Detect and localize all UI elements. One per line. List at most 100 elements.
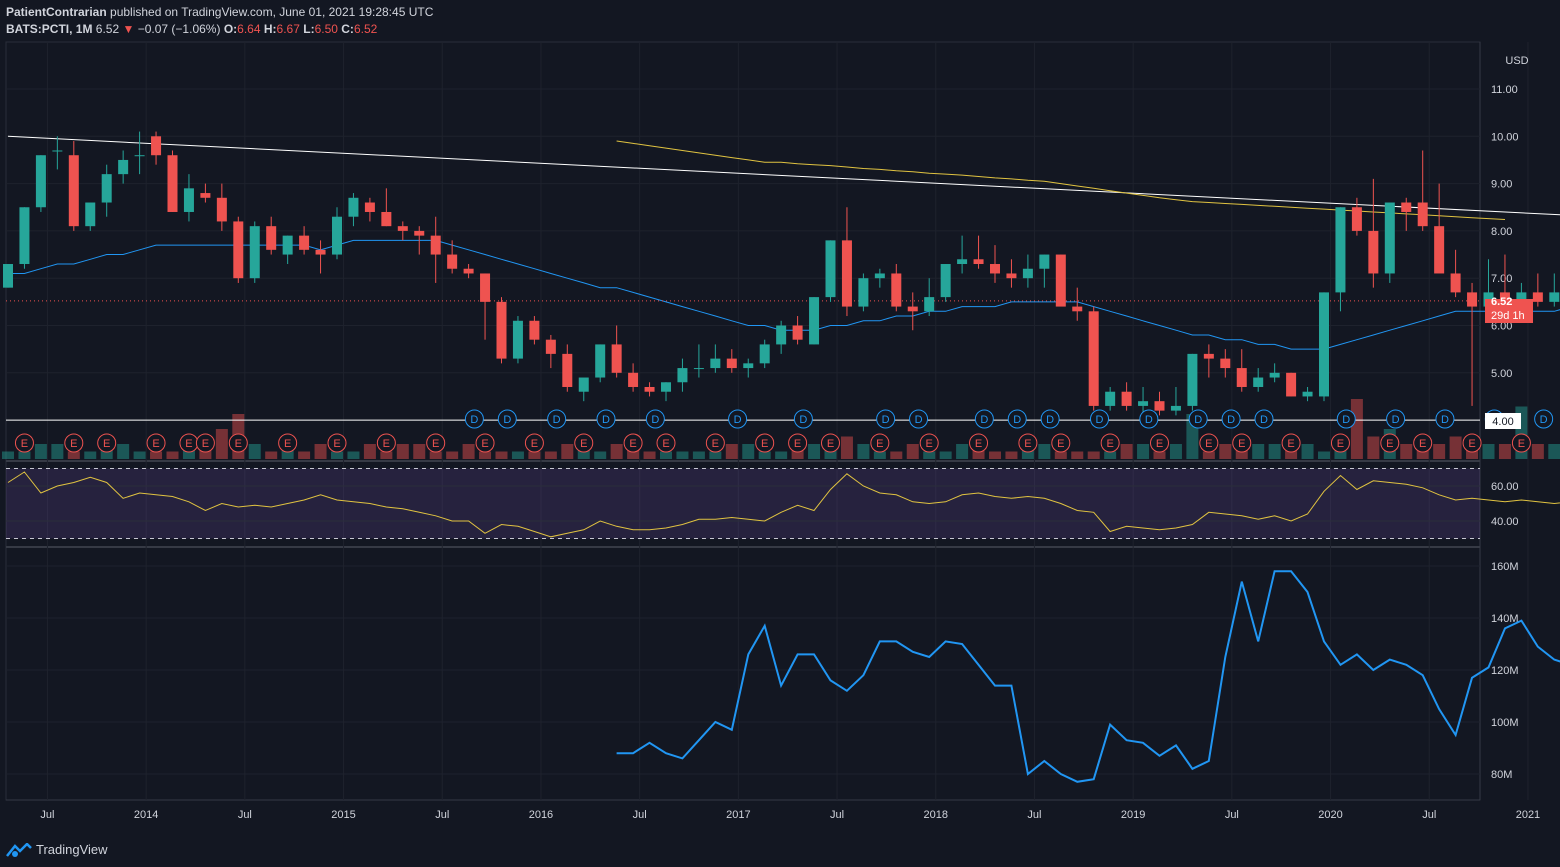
- volume-bar: [1548, 444, 1560, 459]
- earnings-marker-label: E: [333, 438, 340, 450]
- candle-body: [940, 264, 951, 298]
- volume-bar: [298, 451, 311, 459]
- time-tick-label: 2018: [924, 809, 948, 821]
- volume-bar: [1433, 444, 1446, 459]
- volume-bar: [1252, 444, 1265, 459]
- candle-body: [1368, 230, 1379, 274]
- volume-bar: [413, 444, 426, 459]
- dividend-marker-label: D: [734, 414, 742, 426]
- volume-bar: [1005, 451, 1018, 459]
- candle-body: [1039, 254, 1050, 269]
- candle-body: [1154, 401, 1165, 411]
- volume-bar: [1219, 444, 1232, 459]
- candle-body: [414, 230, 425, 236]
- candle-body: [480, 273, 491, 302]
- candle-body: [562, 353, 573, 387]
- volume-bar: [1202, 451, 1215, 459]
- volume-bar: [1268, 444, 1281, 459]
- candle-body: [1121, 391, 1132, 406]
- volume-bar: [446, 451, 459, 459]
- dividend-marker-label: D: [980, 414, 988, 426]
- candle-body: [85, 202, 96, 227]
- candle-body: [644, 386, 655, 392]
- volume-bar: [808, 444, 821, 459]
- candle-body: [1450, 273, 1461, 293]
- volume-bar: [660, 451, 672, 459]
- last-price-tag-value: 6.52: [1491, 296, 1512, 308]
- volume-bar: [380, 451, 393, 459]
- volume-bar: [758, 451, 771, 459]
- earnings-marker-label: E: [432, 438, 439, 450]
- long-sma-line: [616, 140, 1506, 220]
- volume-bar: [692, 451, 705, 459]
- volume-bar: [347, 451, 360, 459]
- candle-body: [19, 207, 30, 265]
- volume-bar: [1498, 444, 1511, 459]
- candle-body: [1236, 368, 1247, 387]
- volume-bar: [1153, 451, 1166, 459]
- candle-body: [726, 358, 737, 369]
- volume-bar: [1301, 444, 1314, 459]
- volume-bar: [1318, 451, 1330, 459]
- dividend-marker-label: D: [1342, 414, 1350, 426]
- candle-body: [759, 344, 770, 364]
- candle-body: [101, 174, 112, 203]
- earnings-marker-label: E: [1024, 438, 1031, 450]
- candle-body: [1006, 273, 1017, 279]
- volume-bar: [396, 444, 409, 459]
- candle-body: [1286, 372, 1297, 397]
- earnings-marker-label: E: [794, 438, 801, 450]
- earnings-marker-label: E: [1106, 438, 1113, 450]
- candle-body: [364, 202, 375, 212]
- time-tick-label: 2020: [1318, 809, 1342, 821]
- candle-body: [134, 155, 145, 157]
- time-tick-label: Jul: [40, 809, 54, 821]
- volume-bar: [117, 444, 130, 459]
- candle-body: [512, 320, 523, 359]
- countdown-label: 29d 1h: [1491, 310, 1525, 322]
- currency-label[interactable]: USD: [1505, 55, 1528, 67]
- volume-bar: [84, 451, 97, 459]
- volume-bar: [2, 451, 14, 459]
- volume-bar: [1054, 451, 1067, 459]
- price-tick-label: 9.00: [1491, 179, 1512, 191]
- volume-tick-label: 160M: [1491, 561, 1519, 573]
- candle-body: [68, 155, 79, 227]
- candle-body: [1351, 207, 1362, 231]
- time-tick-label: 2021: [1516, 809, 1540, 821]
- time-tick-label: 2019: [1121, 809, 1145, 821]
- earnings-marker-label: E: [926, 438, 933, 450]
- volume-tick-label: 80M: [1491, 769, 1512, 781]
- tradingview-brand[interactable]: TradingView: [6, 842, 108, 857]
- candle-body: [825, 240, 836, 298]
- time-tick-label: Jul: [830, 809, 844, 821]
- earnings-marker-label: E: [481, 438, 488, 450]
- volume-ma-pane: 160M140M120M100M80M: [6, 561, 1560, 783]
- candle-body: [1269, 372, 1280, 378]
- volume-bar: [725, 444, 738, 459]
- volume-bar: [939, 451, 952, 459]
- volume-bar: [495, 451, 508, 459]
- candle-body: [907, 306, 918, 312]
- candle-body: [661, 382, 671, 392]
- volume-bar: [1071, 451, 1084, 459]
- chart-canvas[interactable]: Jul 2014 Jul 2015 Jul 2016 Jul 2017 Jul 2018 Jul 20…: [0, 0, 1560, 867]
- dividend-marker-label: D: [1145, 414, 1153, 426]
- event-markers[interactable]: EEEEEEEEEEEEEEEEEEEEEEEEEEEEEEEEEEEEEEEE…: [14, 409, 1560, 453]
- candle-body: [1302, 391, 1313, 397]
- dividend-marker-label: D: [1227, 414, 1235, 426]
- earnings-marker-label: E: [876, 438, 883, 450]
- candle-body: [1055, 254, 1066, 307]
- dividend-marker-label: D: [470, 414, 478, 426]
- volume-bar: [1104, 451, 1117, 459]
- rsi-tick-label: 40.00: [1491, 516, 1519, 528]
- price-tick-label: 7.00: [1491, 273, 1512, 285]
- earnings-marker-label: E: [70, 438, 77, 450]
- volume-bar: [462, 444, 475, 459]
- candle-body: [1253, 377, 1264, 387]
- time-tick-label: Jul: [1422, 809, 1436, 821]
- candle-body: [1319, 292, 1329, 397]
- volume-bar: [1038, 444, 1051, 459]
- earnings-marker-label: E: [383, 438, 390, 450]
- time-tick-label: Jul: [633, 809, 647, 821]
